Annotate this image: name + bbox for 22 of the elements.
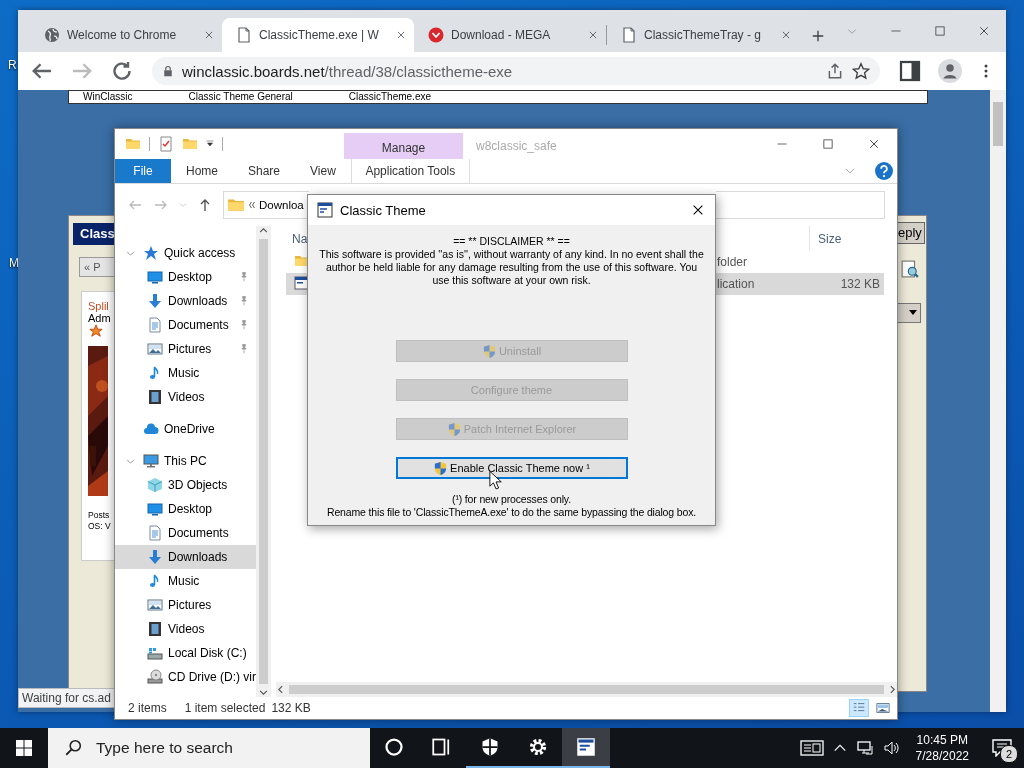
url-text: winclassic.boards.net/thread/38/classictheme-exe — [182, 62, 514, 80]
disclaimer-text: This software is provided ''as is'', without warranty of any kind. In no event shall the author be held liable for any damage resulting from the use of this software. You use this software at your own risk. — [318, 248, 705, 287]
window-title: w8classic_safe — [475, 138, 557, 155]
address-text: Downloa — [259, 199, 304, 211]
context-tab-group: Manage — [344, 133, 463, 159]
author-role: Adm — [88, 312, 112, 324]
status-text: 1 item selected — [184, 701, 266, 715]
dialog-title: Classic Theme — [340, 202, 426, 218]
posts-label: Posts — [88, 510, 111, 521]
file-type-cell-text: lication — [717, 277, 756, 291]
status-text: 2 items — [128, 701, 167, 715]
notification-badge: 2 — [1000, 745, 1018, 763]
thread-header: Class — [73, 223, 115, 245]
search-placeholder: Type here to search — [96, 739, 233, 757]
footnote-text: (¹) for new processes only. — [451, 493, 572, 506]
file-size-cell-text: 132 KB — [840, 277, 881, 291]
file-type-cell-text: folder — [717, 255, 749, 269]
status-text: Waiting for cs.ad — [18, 688, 115, 708]
disclaimer-heading: == ** DISCLAIMER ** == — [452, 235, 571, 248]
status-text: 132 KB — [271, 701, 311, 715]
note-text: Rename this file to 'ClassicThemeA.exe' to do the same bypassing the dialog box. — [325, 506, 697, 519]
os-label: OS: V — [88, 521, 112, 532]
